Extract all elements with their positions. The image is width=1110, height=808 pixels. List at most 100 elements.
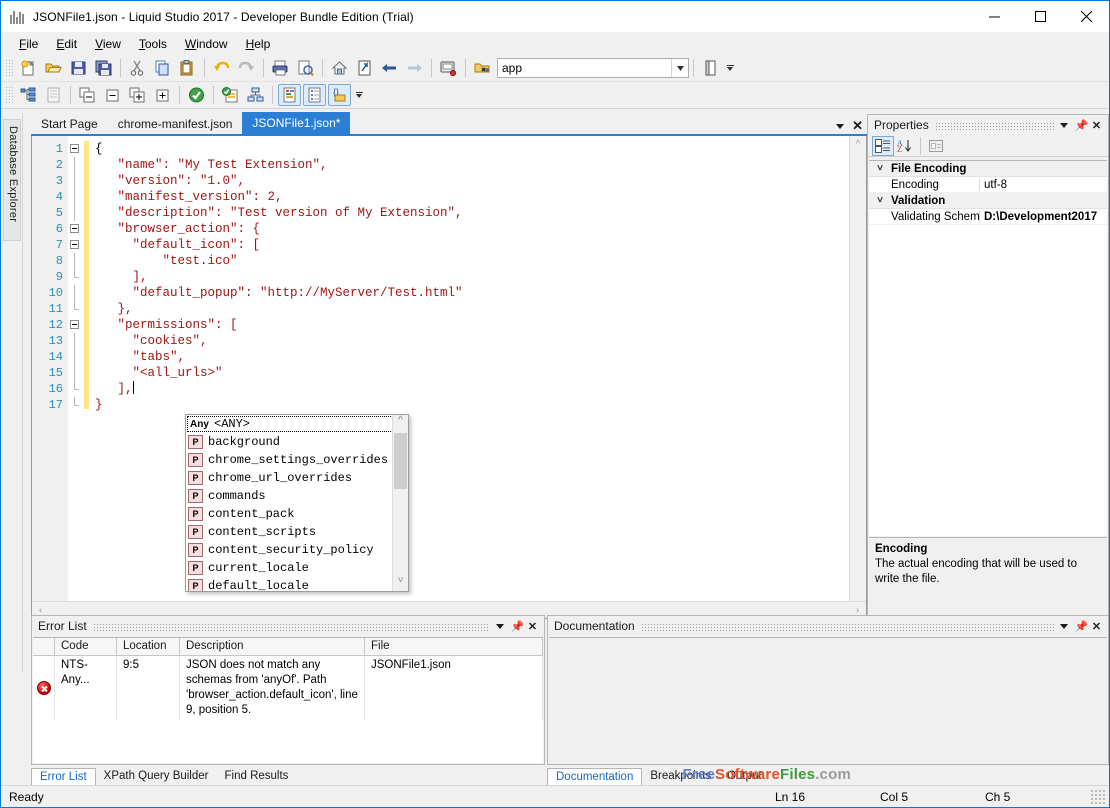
menu-help[interactable]: Help xyxy=(237,34,280,54)
close-icon[interactable]: ✕ xyxy=(1089,620,1104,633)
save-icon[interactable] xyxy=(67,57,90,79)
menu-window[interactable]: Window xyxy=(176,34,237,54)
drag-handle[interactable] xyxy=(640,622,1054,632)
toolbar-overflow-button[interactable] xyxy=(725,58,735,78)
open-folder-icon[interactable] xyxy=(42,57,65,79)
column-header-file[interactable]: File xyxy=(365,638,543,655)
paste-icon[interactable] xyxy=(176,57,199,79)
drag-handle[interactable] xyxy=(934,121,1054,131)
document-properties-icon[interactable] xyxy=(699,57,722,79)
autocomplete-scrollbar[interactable]: ^ ˅ xyxy=(392,415,408,591)
pin-icon[interactable]: 📌 xyxy=(1074,119,1089,132)
menu-tools[interactable]: Tools xyxy=(130,34,176,54)
diagram-icon[interactable] xyxy=(244,84,267,106)
tree-view-icon[interactable] xyxy=(17,84,40,106)
chevron-down-icon[interactable]: ˅ xyxy=(869,195,891,206)
column-header-icon[interactable] xyxy=(33,638,55,655)
validate-icon[interactable] xyxy=(185,84,208,106)
property-pages-icon[interactable] xyxy=(925,136,947,156)
back-arrow-icon[interactable] xyxy=(378,57,401,79)
table-row[interactable]: NTS-Any... 9:5 JSON does not match any s… xyxy=(33,656,543,720)
property-category[interactable]: ˅ File Encoding xyxy=(869,161,1107,177)
autocomplete-popup[interactable]: Any <ANY> P background P chrome_settings… xyxy=(185,414,409,592)
fold-toggle[interactable] xyxy=(68,317,84,333)
code-editor[interactable]: 1 2 3 4 5 6 7 8 9 10 11 12 13 14 15 16 1 xyxy=(31,136,867,619)
expand-children-icon[interactable] xyxy=(126,84,149,106)
autocomplete-item[interactable]: P current_locale xyxy=(186,559,408,577)
print-icon[interactable] xyxy=(269,57,292,79)
debug-icon[interactable] xyxy=(437,57,460,79)
print-preview-icon[interactable] xyxy=(294,57,317,79)
column-header-code[interactable]: Code xyxy=(55,638,117,655)
toolbar-grip[interactable] xyxy=(5,58,13,78)
scroll-up-icon[interactable]: ^ xyxy=(850,136,866,153)
column-header-location[interactable]: Location xyxy=(117,638,180,655)
save-all-icon[interactable] xyxy=(92,57,115,79)
autocomplete-item[interactable]: P background xyxy=(186,433,408,451)
grid-view-icon[interactable] xyxy=(42,84,65,106)
tab-start-page[interactable]: Start Page xyxy=(31,114,108,134)
tab-documentation[interactable]: Documentation xyxy=(547,768,643,786)
sidebar-item-database-explorer[interactable]: Database Explorer xyxy=(3,119,21,241)
autocomplete-item[interactable]: P commands xyxy=(186,487,408,505)
tab-error-list[interactable]: Error List xyxy=(31,768,96,786)
collapse-all-icon[interactable] xyxy=(76,84,99,106)
autocomplete-item[interactable]: P content_scripts xyxy=(186,523,408,541)
property-value[interactable]: D:\Development2017 xyxy=(979,210,1107,223)
autocomplete-list[interactable]: Any <ANY> P background P chrome_settings… xyxy=(186,415,408,591)
column-header-description[interactable]: Description xyxy=(180,638,365,655)
code-content[interactable]: { "name": "My Test Extension", "version"… xyxy=(89,136,849,618)
collapse-icon[interactable] xyxy=(101,84,124,106)
pin-icon[interactable]: 📌 xyxy=(1074,620,1089,633)
schema-combo[interactable]: app xyxy=(497,58,689,78)
property-value[interactable]: utf-8 xyxy=(979,178,1107,191)
autocomplete-item[interactable]: P content_security_policy xyxy=(186,541,408,559)
chevron-down-icon[interactable] xyxy=(836,123,845,129)
validate-schema-icon[interactable] xyxy=(219,84,242,106)
autocomplete-item[interactable]: P chrome_url_overrides xyxy=(186,469,408,487)
scroll-down-icon[interactable]: ˅ xyxy=(393,575,408,591)
copy-icon[interactable] xyxy=(151,57,174,79)
pin-icon[interactable]: 📌 xyxy=(510,620,525,633)
maximize-button[interactable] xyxy=(1017,1,1063,32)
find-in-files-icon[interactable] xyxy=(471,57,494,79)
json-text-view-icon[interactable] xyxy=(278,84,301,106)
scroll-up-icon[interactable]: ^ xyxy=(393,415,408,431)
minimize-button[interactable] xyxy=(971,1,1017,32)
chevron-down-icon[interactable] xyxy=(496,623,504,629)
forward-arrow-icon[interactable] xyxy=(403,57,426,79)
tab-find-results[interactable]: Find Results xyxy=(217,768,297,785)
json-grid-view-icon[interactable] xyxy=(303,84,326,106)
close-icon[interactable]: ✕ xyxy=(852,119,863,132)
scroll-right-icon[interactable]: › xyxy=(849,605,866,616)
alphabetical-icon[interactable]: AZ xyxy=(894,136,916,156)
new-file-icon[interactable] xyxy=(17,57,40,79)
expand-all-icon[interactable] xyxy=(151,84,174,106)
autocomplete-item-any[interactable]: Any <ANY> xyxy=(187,416,407,432)
close-icon[interactable]: ✕ xyxy=(525,620,540,633)
property-row-validating-schema[interactable]: Validating Schem D:\Development2017 xyxy=(869,209,1107,225)
resize-grip[interactable] xyxy=(1090,788,1106,805)
autocomplete-item[interactable]: P content_pack xyxy=(186,505,408,523)
undo-icon[interactable] xyxy=(210,57,233,79)
property-grid[interactable]: ˅ File Encoding Encoding utf-8 ˅ Validat… xyxy=(869,160,1107,536)
home-icon[interactable] xyxy=(328,57,351,79)
redo-icon[interactable] xyxy=(235,57,258,79)
autocomplete-item[interactable]: P default_locale xyxy=(186,577,408,591)
menu-edit[interactable]: Edit xyxy=(47,34,86,54)
fold-toggle[interactable] xyxy=(68,221,84,237)
drag-handle[interactable] xyxy=(92,622,490,632)
chevron-down-icon[interactable]: ˅ xyxy=(869,163,891,174)
toolbar-overflow-button[interactable] xyxy=(354,85,364,105)
scroll-left-icon[interactable]: ‹ xyxy=(32,605,49,616)
tab-jsonfile1[interactable]: JSONFile1.json* xyxy=(242,112,351,134)
chevron-down-icon[interactable] xyxy=(1060,122,1068,128)
property-category[interactable]: ˅ Validation xyxy=(869,193,1107,209)
navigate-icon[interactable] xyxy=(353,57,376,79)
toolbar-grip[interactable] xyxy=(5,85,13,105)
tab-xpath-query-builder[interactable]: XPath Query Builder xyxy=(96,768,217,785)
property-row-encoding[interactable]: Encoding utf-8 xyxy=(869,177,1107,193)
editor-vertical-scrollbar[interactable]: ^ ˅ xyxy=(849,136,866,618)
scrollbar-thumb[interactable] xyxy=(394,433,407,489)
fold-toggle[interactable] xyxy=(68,237,84,253)
